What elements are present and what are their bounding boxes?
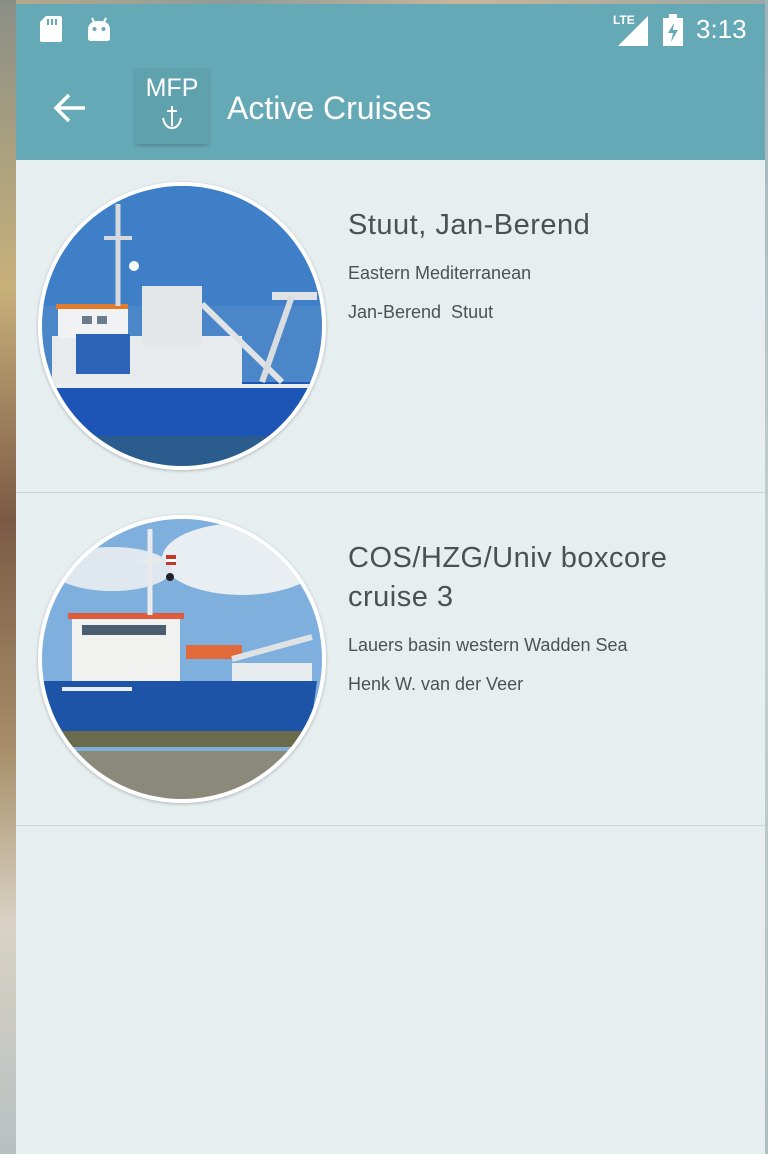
battery-icon bbox=[663, 14, 683, 46]
app-bar: MFP Active Cruises bbox=[16, 56, 765, 160]
ship-photo bbox=[38, 515, 326, 803]
logo-text: MFP bbox=[145, 74, 199, 102]
cruise-name: Stuut, Jan-Berend bbox=[348, 209, 591, 241]
status-clock: 3:13 bbox=[696, 14, 747, 44]
research-vessel-photo bbox=[42, 519, 322, 799]
cruise-list-item[interactable]: Stuut, Jan-Berend Eastern Mediterranean … bbox=[16, 160, 765, 493]
android-icon bbox=[88, 17, 110, 41]
cruise-chief-scientist: Jan-Berend Stuut bbox=[348, 302, 494, 322]
cruise-list-item[interactable]: COS/HZG/Univ boxcore cruise 3 Lauers bas… bbox=[16, 493, 765, 826]
phone-screen: LTE 3:13 MFP Active Cruises Stuut, Jan-B… bbox=[16, 4, 765, 1154]
sd-card-icon bbox=[40, 16, 62, 42]
cruise-text: Stuut, Jan-Berend Eastern Mediterranean … bbox=[348, 206, 748, 324]
cruise-region: Lauers basin western Wadden Sea bbox=[348, 635, 628, 655]
status-bar: LTE 3:13 bbox=[16, 4, 765, 56]
page-title: Active Cruises bbox=[227, 90, 432, 126]
cruise-name: COS/HZG/Univ boxcore cruise 3 bbox=[348, 542, 668, 613]
app-logo: MFP bbox=[135, 68, 209, 144]
cruise-text: COS/HZG/Univ boxcore cruise 3 Lauers bas… bbox=[348, 539, 748, 696]
signal-icon bbox=[618, 16, 648, 46]
cruise-region: Eastern Mediterranean bbox=[348, 263, 532, 283]
arrow-left-icon[interactable] bbox=[52, 90, 88, 126]
background-left bbox=[0, 0, 16, 1154]
anchor-icon bbox=[162, 106, 182, 130]
cruise-list: Stuut, Jan-Berend Eastern Mediterranean … bbox=[16, 160, 765, 826]
research-vessel-photo bbox=[42, 186, 322, 466]
cruise-chief-scientist: Henk W. van der Veer bbox=[348, 674, 524, 694]
ship-photo bbox=[38, 182, 326, 470]
